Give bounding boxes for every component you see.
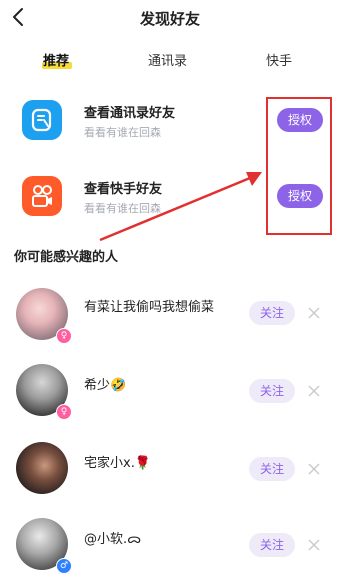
close-icon[interactable] bbox=[308, 385, 320, 397]
card-subtitle: 看看有谁在回森 bbox=[84, 202, 161, 215]
close-icon[interactable] bbox=[308, 307, 320, 319]
annotation-highlight-box bbox=[266, 97, 332, 235]
kuaishou-app-icon bbox=[22, 176, 62, 216]
section-title: 你可能感兴趣的人 bbox=[14, 250, 119, 265]
contacts-app-icon bbox=[22, 100, 62, 140]
user-row[interactable]: ♂ @小软.ᯅ 关注 bbox=[0, 512, 340, 582]
follow-button[interactable]: 关注 bbox=[249, 457, 295, 481]
page-title: 发现好友 bbox=[139, 10, 200, 28]
avatar[interactable] bbox=[16, 442, 68, 494]
user-row[interactable]: ♀ 希少🤣 关注 bbox=[0, 360, 340, 430]
card-title: 查看通讯录好友 bbox=[84, 106, 176, 121]
close-icon[interactable] bbox=[308, 539, 320, 551]
tab-recommended[interactable]: 推荐 bbox=[43, 50, 69, 69]
user-name: 宅家小x.🌹 bbox=[84, 456, 152, 471]
header: 发现好友 bbox=[0, 0, 340, 36]
female-badge-icon: ♀ bbox=[56, 328, 72, 344]
male-badge-icon: ♂ bbox=[56, 558, 72, 574]
user-row[interactable]: ♀ 有菜让我偷吗我想偷菜 关注 bbox=[0, 282, 340, 352]
close-icon[interactable] bbox=[308, 463, 320, 475]
female-badge-icon: ♀ bbox=[56, 404, 72, 420]
tab-kuaishou[interactable]: 快手 bbox=[266, 50, 292, 69]
user-name: @小软.ᯅ bbox=[84, 532, 142, 547]
follow-button[interactable]: 关注 bbox=[249, 379, 295, 403]
user-row[interactable]: 宅家小x.🌹 关注 bbox=[0, 438, 340, 508]
user-name: 希少🤣 bbox=[84, 378, 127, 393]
follow-button[interactable]: 关注 bbox=[249, 301, 295, 325]
tab-contacts[interactable]: 通讯录 bbox=[148, 50, 187, 69]
card-subtitle: 看看有谁在回森 bbox=[84, 126, 161, 139]
card-title: 查看快手好友 bbox=[84, 182, 163, 197]
user-name: 有菜让我偷吗我想偷菜 bbox=[84, 300, 215, 315]
tab-bar: 推荐 通讯录 快手 bbox=[0, 44, 340, 74]
follow-button[interactable]: 关注 bbox=[249, 533, 295, 557]
